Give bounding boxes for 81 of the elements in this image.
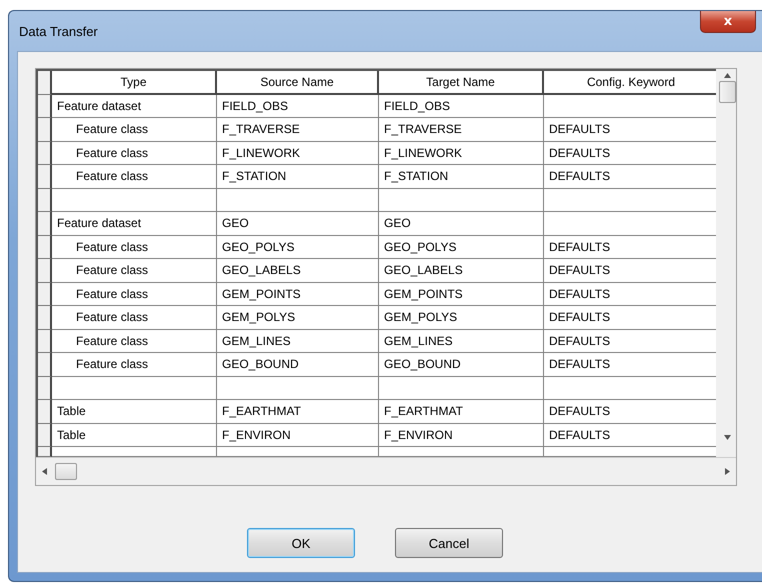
- table-cell: DEFAULTS: [544, 306, 716, 330]
- table-cell: F_STATION: [217, 165, 379, 188]
- table-cell: DEFAULTS: [544, 236, 716, 259]
- table-cell: DEFAULTS: [544, 259, 716, 282]
- table-cell: F_TRAVERSE: [379, 118, 544, 142]
- table-cell: F_ENVIRON: [217, 424, 379, 447]
- scroll-thumb[interactable]: [718, 81, 736, 103]
- row-selector[interactable]: [38, 306, 52, 330]
- table-cell: GEO_BOUND: [379, 353, 544, 376]
- row-selector[interactable]: [38, 376, 52, 400]
- table-cell: DEFAULTS: [544, 165, 716, 188]
- table-cell: DEFAULTS: [544, 282, 716, 306]
- table-cell: FIELD_OBS: [379, 94, 544, 118]
- table-cell: Feature class: [52, 353, 217, 376]
- table-cell: GEM_POLYS: [217, 306, 379, 330]
- scroll-left-icon[interactable]: [42, 468, 47, 475]
- row-selector[interactable]: [38, 142, 52, 165]
- close-button[interactable]: x: [700, 11, 756, 33]
- table-cell: F_EARTHMAT: [217, 400, 379, 424]
- table-cell: DEFAULTS: [544, 424, 716, 447]
- row-selector[interactable]: [38, 424, 52, 447]
- table-cell: Table: [52, 400, 217, 424]
- row-selector[interactable]: [38, 165, 52, 188]
- row-selector: [38, 71, 52, 94]
- table-cell: GEM_LINES: [217, 330, 379, 353]
- table-cell: GEM_POLYS: [379, 306, 544, 330]
- table-cell: GEO: [379, 212, 544, 236]
- table-cell: GEO_BOUND: [217, 353, 379, 376]
- table-cell: DEFAULTS: [544, 118, 716, 142]
- table-cell: Feature class: [52, 236, 217, 259]
- row-selector[interactable]: [38, 236, 52, 259]
- table-cell: Table: [52, 424, 217, 447]
- table-cell: F_STATION: [379, 165, 544, 188]
- table-cell: Feature class: [52, 330, 217, 353]
- row-selector[interactable]: [38, 400, 52, 424]
- table-cell: Feature class: [52, 142, 217, 165]
- table-cell: Feature dataset: [52, 94, 217, 118]
- row-selector[interactable]: [38, 447, 52, 457]
- table-cell: Feature class: [52, 306, 217, 330]
- table-cell: F_LINEWORK: [217, 142, 379, 165]
- table-cell: GEM_LINES: [379, 330, 544, 353]
- scroll-down-icon[interactable]: [724, 434, 731, 440]
- table-cell: F_LINEWORK: [379, 142, 544, 165]
- row-selector[interactable]: [38, 330, 52, 353]
- column-header[interactable]: Target Name: [379, 71, 544, 94]
- table-cell: GEO_LABELS: [379, 259, 544, 282]
- column-header[interactable]: Source Name: [217, 71, 379, 94]
- table-cell: Feature class: [52, 118, 217, 142]
- row-selector[interactable]: [38, 212, 52, 236]
- table-cell: F_TRAVERSE: [217, 118, 379, 142]
- table-cell: DEFAULTS: [544, 353, 716, 376]
- row-selector[interactable]: [38, 353, 52, 376]
- table-cell: DEFAULTS: [544, 330, 716, 353]
- column-header[interactable]: Type: [52, 71, 217, 94]
- row-selector[interactable]: [38, 118, 52, 142]
- table-cell: Feature dataset: [52, 212, 217, 236]
- row-selector[interactable]: [38, 94, 52, 118]
- scroll-right-icon[interactable]: [725, 468, 730, 475]
- column-header[interactable]: Config. Keyword: [544, 71, 716, 94]
- table-cell: DEFAULTS: [544, 142, 716, 165]
- scroll-up-icon[interactable]: [724, 72, 731, 78]
- table-cell: F_EARTHMAT: [379, 400, 544, 424]
- window-title: Data Transfer: [19, 24, 98, 38]
- table-cell: GEO_POLYS: [217, 236, 379, 259]
- table-cell: GEO: [217, 212, 379, 236]
- table-cell: GEO_LABELS: [217, 259, 379, 282]
- ok-button[interactable]: OK: [247, 528, 355, 558]
- row-selector[interactable]: [38, 188, 52, 212]
- table-cell: GEM_POINTS: [379, 282, 544, 306]
- table-cell: FIELD_OBS: [217, 94, 379, 118]
- table-cell: DEFAULTS: [544, 400, 716, 424]
- scroll-thumb[interactable]: [55, 463, 77, 480]
- table-cell: F_ENVIRON: [379, 424, 544, 447]
- table-cell: Feature class: [52, 259, 217, 282]
- table-cell: Feature class: [52, 165, 217, 188]
- row-selector[interactable]: [38, 259, 52, 282]
- table-cell: GEM_POINTS: [217, 282, 379, 306]
- table-cell: Feature class: [52, 282, 217, 306]
- table-cell: GEO_POLYS: [379, 236, 544, 259]
- row-selector[interactable]: [38, 282, 52, 306]
- cancel-button[interactable]: Cancel: [395, 528, 503, 558]
